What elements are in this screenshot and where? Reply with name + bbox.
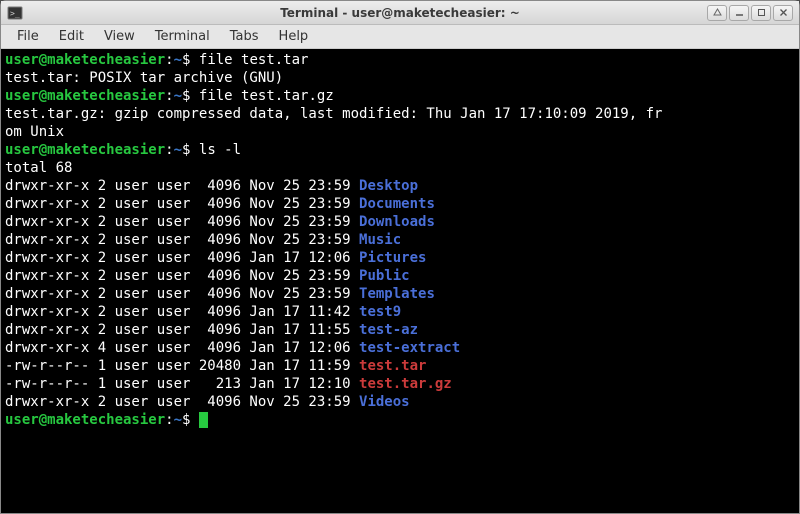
- prompt-symbol: $: [182, 142, 199, 158]
- ls-meta: drwxr-xr-x 2 user user 4096 Nov 25 23:59: [5, 178, 359, 194]
- prompt-path: ~: [174, 52, 182, 68]
- menu-help[interactable]: Help: [269, 27, 319, 46]
- ls-filename: Templates: [359, 286, 435, 302]
- ls-meta: -rw-r--r-- 1 user user 20480 Jan 17 11:5…: [5, 358, 359, 374]
- ls-meta: drwxr-xr-x 2 user user 4096 Jan 17 11:55: [5, 322, 359, 338]
- ls-meta: drwxr-xr-x 2 user user 4096 Jan 17 11:42: [5, 304, 359, 320]
- cursor: [199, 412, 208, 428]
- ls-filename: Public: [359, 268, 410, 284]
- prompt-symbol: $: [182, 88, 199, 104]
- menu-terminal[interactable]: Terminal: [145, 27, 220, 46]
- ls-meta: -rw-r--r-- 1 user user 213 Jan 17 12:10: [5, 376, 359, 392]
- terminal-viewport[interactable]: user@maketecheasier:~$ file test.tartest…: [1, 49, 799, 513]
- output-line: total 68: [5, 160, 72, 176]
- ls-row: drwxr-xr-x 2 user user 4096 Nov 25 23:59…: [5, 393, 795, 411]
- output-line: test.tar.gz: gzip compressed data, last …: [5, 106, 662, 122]
- menu-tabs[interactable]: Tabs: [220, 27, 269, 46]
- ls-filename: Desktop: [359, 178, 418, 194]
- ls-filename: test-az: [359, 322, 418, 338]
- ls-row: drwxr-xr-x 2 user user 4096 Nov 25 23:59…: [5, 213, 795, 231]
- prompt-user-host: user@maketecheasier: [5, 52, 165, 68]
- ls-filename: Documents: [359, 196, 435, 212]
- maximize-button[interactable]: [751, 5, 771, 21]
- ls-row: -rw-r--r-- 1 user user 213 Jan 17 12:10 …: [5, 375, 795, 393]
- ls-meta: drwxr-xr-x 2 user user 4096 Jan 17 12:06: [5, 250, 359, 266]
- prompt-symbol: $: [182, 412, 199, 428]
- ls-meta: drwxr-xr-x 4 user user 4096 Jan 17 12:06: [5, 340, 359, 356]
- ls-filename: Videos: [359, 394, 410, 410]
- menu-file[interactable]: File: [7, 27, 49, 46]
- prompt-separator: :: [165, 142, 173, 158]
- ls-row: drwxr-xr-x 4 user user 4096 Jan 17 12:06…: [5, 339, 795, 357]
- menubar: File Edit View Terminal Tabs Help: [1, 25, 799, 49]
- ls-filename: test9: [359, 304, 401, 320]
- ls-row: drwxr-xr-x 2 user user 4096 Jan 17 11:55…: [5, 321, 795, 339]
- ls-meta: drwxr-xr-x 2 user user 4096 Nov 25 23:59: [5, 214, 359, 230]
- prompt-path: ~: [174, 88, 182, 104]
- command-input: file test.tar: [199, 52, 309, 68]
- svg-text:>_: >_: [10, 9, 20, 18]
- prompt-user-host: user@maketecheasier: [5, 142, 165, 158]
- app-window: >_ Terminal - user@maketecheasier: ~ Fil…: [0, 0, 800, 514]
- ls-meta: drwxr-xr-x 2 user user 4096 Nov 25 23:59: [5, 196, 359, 212]
- prompt-separator: :: [165, 412, 173, 428]
- command-input: file test.tar.gz: [199, 88, 334, 104]
- ls-filename: Pictures: [359, 250, 426, 266]
- menu-edit[interactable]: Edit: [49, 27, 94, 46]
- ls-meta: drwxr-xr-x 2 user user 4096 Nov 25 23:59: [5, 268, 359, 284]
- close-button[interactable]: [773, 5, 793, 21]
- ls-row: -rw-r--r-- 1 user user 20480 Jan 17 11:5…: [5, 357, 795, 375]
- ls-filename: test.tar.gz: [359, 376, 452, 392]
- ls-filename: Music: [359, 232, 401, 248]
- ls-filename: Downloads: [359, 214, 435, 230]
- ls-meta: drwxr-xr-x 2 user user 4096 Nov 25 23:59: [5, 394, 359, 410]
- prompt-path: ~: [174, 412, 182, 428]
- ls-filename: test.tar: [359, 358, 426, 374]
- ls-row: drwxr-xr-x 2 user user 4096 Jan 17 11:42…: [5, 303, 795, 321]
- output-line: om Unix: [5, 124, 64, 140]
- window-controls: [707, 5, 793, 21]
- ls-row: drwxr-xr-x 2 user user 4096 Nov 25 23:59…: [5, 267, 795, 285]
- titlebar: >_ Terminal - user@maketecheasier: ~: [1, 1, 799, 25]
- prompt-path: ~: [174, 142, 182, 158]
- ls-row: drwxr-xr-x 2 user user 4096 Nov 25 23:59…: [5, 231, 795, 249]
- ls-row: drwxr-xr-x 2 user user 4096 Nov 25 23:59…: [5, 177, 795, 195]
- command-input: ls -l: [199, 142, 241, 158]
- ls-filename: test-extract: [359, 340, 460, 356]
- prompt-separator: :: [165, 88, 173, 104]
- ls-meta: drwxr-xr-x 2 user user 4096 Nov 25 23:59: [5, 286, 359, 302]
- output-line: test.tar: POSIX tar archive (GNU): [5, 70, 283, 86]
- minimize-button[interactable]: [729, 5, 749, 21]
- ls-row: drwxr-xr-x 2 user user 4096 Jan 17 12:06…: [5, 249, 795, 267]
- menu-view[interactable]: View: [94, 27, 145, 46]
- window-title: Terminal - user@maketecheasier: ~: [1, 6, 799, 20]
- prompt-user-host: user@maketecheasier: [5, 412, 165, 428]
- ls-meta: drwxr-xr-x 2 user user 4096 Nov 25 23:59: [5, 232, 359, 248]
- window-sticky-button[interactable]: [707, 5, 727, 21]
- prompt-user-host: user@maketecheasier: [5, 88, 165, 104]
- prompt-symbol: $: [182, 52, 199, 68]
- prompt-separator: :: [165, 52, 173, 68]
- terminal-icon: >_: [7, 5, 23, 21]
- ls-row: drwxr-xr-x 2 user user 4096 Nov 25 23:59…: [5, 285, 795, 303]
- ls-row: drwxr-xr-x 2 user user 4096 Nov 25 23:59…: [5, 195, 795, 213]
